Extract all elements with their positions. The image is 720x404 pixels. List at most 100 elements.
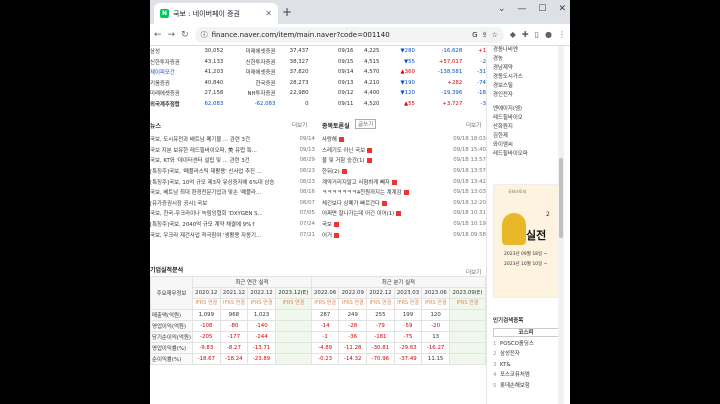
news-item[interactable]: 국보 지분 보유한 레드힐바이오파, 美 유럽 특... 09/13 [150,145,315,156]
board-post[interactable]: ㅋㅋㅋㅋㅋㅋㅋ4천원까지는 계계감 09/18 13:03 [322,187,486,198]
sidebar-stock-link[interactable]: 산화원지 [487,123,564,132]
fin-value [448,309,486,321]
board-post-title[interactable]: 어거 [322,231,446,239]
sidebar-stock-link[interactable]: 경동도시가스 [487,73,564,82]
board-post[interactable]: 스레기도 아닌 국보 09/18 15:40 [322,145,486,156]
reload-icon[interactable]: ↻ [181,30,189,40]
sidebar-stock-link[interactable]: 경인전자 [487,91,564,100]
news-headline[interactable]: [특징주]국보, '폐플라스틱 재활용' 신사업 추진 ... [150,167,291,175]
fin-value: -8.27 [219,342,249,354]
popular-stock-name[interactable]: 삼성전자 [500,349,559,359]
news-headline[interactable]: 국보, KT와 '데이터센터 설립 및 ... 관련 3건 [150,156,291,164]
board-post[interactable]: 체긴보다 상폐가 빠르건다 09/18 12:20 [322,198,486,209]
minimize-icon[interactable]: — [517,4,526,14]
sidebar-stock-link[interactable]: 레드힐바이오 [487,114,564,123]
sidebar-stock-link[interactable]: 레드힐바이오파 [487,150,564,159]
news-item[interactable]: [특징주]국보, '폐플라스틱 재활용' 신사업 추진 ... 08/23 [150,166,315,177]
news-item[interactable]: 국보, 도시유전과 배트남 폐기물 ... 관련 3건 09/14 [150,134,315,145]
popular-stock-name[interactable]: 롯데손해보험 [500,381,559,391]
maximize-icon[interactable]: ☐ [538,4,546,14]
sidebar-stock-link[interactable]: 엔에이지(엠) [487,105,564,114]
news-date: 08/29 [299,157,315,164]
close-tab-icon[interactable]: ✕ [265,9,272,18]
news-item[interactable]: [유가증권시장 공시] 국보 08/07 [150,198,315,209]
board-post-title[interactable]: 한뒤(2) [322,167,446,175]
news-item[interactable]: [특징주]국보, 2040억 규모 계약 체결에 9%↑ 07/24 [150,219,315,230]
extension-icon[interactable]: ◆ [510,30,516,39]
tab-kospi[interactable]: 코스피 [493,328,559,337]
browser-tab[interactable]: N 국보 : 네이버페이 증권 ✕ [154,3,278,24]
news-headline[interactable]: 국보, 한국-우크라이나 녹림잉협회 'DXYGEN S... [150,209,291,217]
page-scrollbar[interactable] [558,46,564,404]
board-post[interactable]: 물 및 거함 승간(1) 09/18 13:57 [322,155,486,166]
bookmark-star-icon[interactable]: ☆ [491,31,497,39]
board-post-title[interactable]: 어쩌면 잘나가는데 어긴 이어(1) [322,209,446,217]
news-item[interactable]: 국보, 한국-우크라이나 녹림잉협회 'DXYGEN S... 07/05 [150,208,315,219]
news-headline[interactable]: [유가증권시장 공시] 국보 [150,199,291,207]
popular-stock-item[interactable]: 4 포스코퓨처엠 [493,370,559,380]
sidebar-stock-link[interactable]: 김한제 [487,132,564,141]
table-cell: ▼55 [403,58,415,65]
board-post-title[interactable]: ㅋㅋㅋㅋㅋㅋㅋ4천원까지는 계계감 [322,188,446,196]
site-info-icon[interactable]: ⓘ [201,30,208,40]
sidepanel-icon[interactable]: ▯ [535,30,539,39]
board-post-title[interactable]: 국보 [322,220,446,228]
puzzle-icon[interactable]: ✚ [522,30,529,39]
news-item[interactable]: 국보, 베트남 최대 환경전문기업과 맞손 '폐플라... 08/16 [150,187,315,198]
news-headline[interactable]: [특징주]국보, 2040억 규모 계약 체결에 9%↑ [150,220,291,228]
board-post[interactable]: 한뒤(2) 09/18 13:57 [322,166,486,177]
sidebar-stock-link[interactable]: 경동나비엔 [487,46,564,55]
board-post[interactable]: 어거 09/18 09:58 [322,229,486,240]
menu-kebab-icon[interactable]: ⋮ [558,30,566,39]
new-tab-icon[interactable]: + [282,5,292,19]
news-headline[interactable]: 국보, 우크라 재건사업 적극참여 '생활용 자동기... [150,231,291,239]
popular-stock-item[interactable]: 2 삼성전자 [493,349,559,359]
fin-row: 영업이익률(%) -9.83 -8.27 -13.71 -4.89 -11.28 -30.8… [150,342,486,354]
scrollbar-thumb[interactable] [559,158,563,238]
popular-stock-item[interactable]: 3 KT& [493,360,559,370]
board-post-date: 09/18 12:20 [453,199,486,206]
board-post[interactable]: 계약거리지말고 사형하게 빼자 09/18 13:42 [322,176,486,187]
table-cell: ▲360 [400,69,415,76]
popular-stock-name[interactable]: 포스코퓨처엠 [500,370,559,380]
sidebar-stock-link[interactable]: 경남제약 [487,64,564,73]
popular-stock-name[interactable]: KT& [500,360,559,370]
ad-banner[interactable]: 국보스토리 2 실전 2023년 09월 18일 ~ 2023년 10월 10일… [493,184,559,298]
news-item[interactable]: 국보, KT와 '데이터센터 설립 및 ... 관련 3건 08/29 [150,155,315,166]
board-post[interactable]: 국보 09/18 10:19 [322,219,486,230]
popular-stock-item[interactable]: 5 롯데손해보험 [493,381,559,391]
financials-more-link[interactable]: 더보기 [466,268,481,276]
sidebar-stock-link[interactable]: 경농 [487,55,564,64]
board-post-title[interactable]: 체긴보다 상폐가 빠르건다 [322,199,446,207]
board-post-title[interactable]: 스레기도 아닌 국보 [322,146,446,154]
news-headline[interactable]: 국보, 베트남 최대 환경전문기업과 맞손 '폐플라... [150,188,291,196]
sidebar-stock-link[interactable]: 경보스틸 [487,82,564,91]
address-bar[interactable]: ⓘ finance.naver.com/item/main.naver?code… [194,26,504,43]
news-headline[interactable]: 국보, 도시유전과 배트남 폐기물 ... 관련 3건 [150,135,291,143]
board-more-link[interactable]: 더보기 [466,121,481,129]
popular-stock-item[interactable]: 1 POSCO홀딩스 [493,339,559,349]
google-icon[interactable]: G [472,31,477,39]
table-cell: 한국증권 [255,80,276,87]
board-post[interactable]: 사랑해 09/18 18:03 [322,134,486,145]
board-post[interactable]: 어쩌면 잘나가는데 어긴 이어(1) 09/18 10:31 [322,208,486,219]
board-post-title[interactable]: 계약거리지말고 사형하게 빼자 [322,178,446,186]
close-window-icon[interactable]: ✕ [558,4,566,14]
news-more-link[interactable]: 더보기 [292,121,307,129]
share-icon[interactable]: ⇪ [482,31,488,39]
profile-avatar-icon[interactable]: ● [545,30,552,39]
news-item[interactable]: [특징주]국보, 10억 규모 제3자 유상증자에 6%대 상승 08/23 [150,176,315,187]
board-write-button[interactable]: 글쓰기 [355,119,377,129]
news-item[interactable]: 국보, 우크라 재건사업 적극참여 '생활용 자동기... 07/21 [150,229,315,240]
board-post-title[interactable]: 사랑해 [322,135,446,143]
back-icon[interactable]: ← [154,30,162,40]
fin-value: -59 [393,320,423,332]
tab-search-icon[interactable]: ⌄ [498,4,506,14]
popular-stock-name[interactable]: POSCO홀딩스 [500,339,559,349]
forward-icon[interactable]: → [168,30,176,40]
news-headline[interactable]: [특징주]국보, 10억 규모 제3자 유상증자에 6%대 상승 [150,178,291,186]
sidebar-stock-link[interactable]: 와이엠씨 [487,141,564,150]
table-cell: 43,133 [204,58,224,65]
news-headline[interactable]: 국보 지분 보유한 레드힐바이오파, 美 유럽 특... [150,146,291,154]
board-post-title[interactable]: 물 및 거함 승간(1) [322,156,446,164]
